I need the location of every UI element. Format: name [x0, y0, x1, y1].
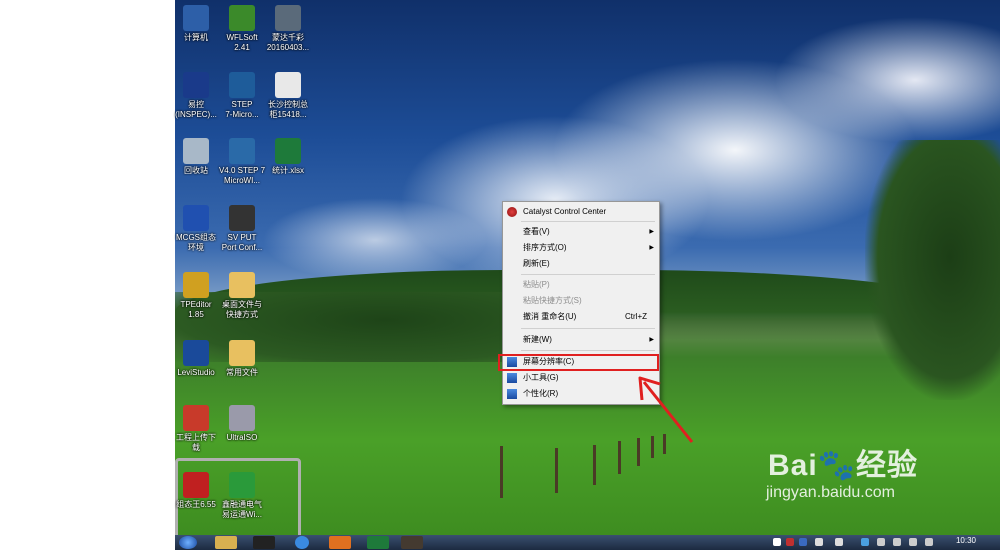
- desktop-icon[interactable]: UltraISO: [210, 405, 274, 443]
- desktop-icon[interactable]: 桌面文件与 快捷方式: [210, 272, 274, 320]
- excel-icon: [275, 138, 301, 164]
- watermark-logo: Bai🐾经验: [768, 449, 919, 482]
- menu-item-label: Catalyst Control Center: [523, 207, 607, 216]
- context-menu-item[interactable]: 查看(V) ▶: [503, 225, 659, 239]
- step7-icon: [229, 72, 255, 98]
- volume-icon[interactable]: [893, 538, 901, 546]
- upload-icon: [183, 405, 209, 431]
- desktop-icon-label: UltraISO: [226, 433, 258, 442]
- menu-item-label: 撤消 重命名(U): [523, 312, 577, 321]
- desktop-icon-label: SV PUT Port Conf...: [221, 233, 263, 252]
- start-orb-icon[interactable]: [179, 536, 197, 549]
- file-icon: [275, 72, 301, 98]
- fence-post: [593, 445, 596, 485]
- menu-separator: [521, 274, 655, 275]
- tray-icon[interactable]: [815, 538, 823, 546]
- tray-icon[interactable]: [786, 538, 794, 546]
- folder-icon: [229, 272, 255, 298]
- context-menu-item[interactable]: 刷新(E): [503, 257, 659, 271]
- tray-icon[interactable]: [877, 538, 885, 546]
- desktop-icon[interactable]: 常用文件: [210, 340, 274, 378]
- tray-icon[interactable]: [861, 538, 869, 546]
- context-menu-item[interactable]: 新建(W) ▶: [503, 333, 659, 347]
- menu-separator: [521, 221, 655, 222]
- tpeditor-icon: [183, 272, 209, 298]
- qq-icon[interactable]: [253, 536, 275, 549]
- mcgs-icon: [183, 205, 209, 231]
- taskbar: 10:30: [175, 535, 1000, 550]
- wflsoft-icon: [229, 5, 255, 31]
- context-menu-item[interactable]: 撤消 重命名(U) Ctrl+Z: [503, 310, 659, 324]
- desktop-icon-label: 蒙达千彩 20160403...: [266, 33, 310, 52]
- menu-item-label: 查看(V): [523, 227, 550, 236]
- watermark-url: jingyan.baidu.com: [766, 484, 895, 501]
- levistudio-icon: [183, 340, 209, 366]
- submenu-arrow-icon: ▶: [649, 229, 654, 235]
- computer-icon: [183, 5, 209, 31]
- desktop-icon-label: 鑫融通电气 易运通Wi...: [222, 500, 262, 519]
- menu-item-label: 刷新(E): [523, 259, 550, 268]
- submenu-arrow-icon: ▶: [649, 245, 654, 251]
- submenu-arrow-icon: ▶: [649, 337, 654, 343]
- baidu-watermark: Bai🐾经验 jingyan.baidu.com: [766, 440, 978, 502]
- context-menu-item[interactable]: 排序方式(O) ▶: [503, 241, 659, 255]
- gadgets-icon: [507, 373, 517, 383]
- tray-icon[interactable]: [773, 538, 781, 546]
- ultraiso-icon: [229, 405, 255, 431]
- menu-item-label: 新建(W): [523, 335, 552, 344]
- desktop-icon-label: 桌面文件与 快捷方式: [222, 300, 262, 319]
- network-icon[interactable]: [835, 538, 843, 546]
- fence-post: [555, 448, 558, 493]
- personalize-icon: [507, 389, 517, 399]
- desktop-icon-label: 常用文件: [226, 368, 258, 377]
- svput-icon: [229, 205, 255, 231]
- menu-item-label: 小工具(G): [523, 373, 559, 382]
- menu-item-label: 排序方式(O): [523, 243, 567, 252]
- inspec-icon: [183, 72, 209, 98]
- context-menu-item[interactable]: 粘贴(P): [503, 278, 659, 292]
- wallpaper-tree-right: [865, 140, 1000, 400]
- menu-item-shortcut: Ctrl+Z: [625, 312, 647, 321]
- explorer-icon[interactable]: [215, 536, 237, 549]
- menu-separator: [521, 328, 655, 329]
- desktop-icon[interactable]: 蒙达千彩 20160403...: [256, 5, 320, 53]
- menu-item-label: 粘贴快捷方式(S): [523, 296, 582, 305]
- tray-icon[interactable]: [799, 538, 807, 546]
- desktop-icon-label: 长沙控制总 柜15418...: [268, 100, 308, 119]
- desktop-icon[interactable]: 鑫融通电气 易运通Wi...: [210, 472, 274, 520]
- document-icon: [275, 5, 301, 31]
- desktop-icon[interactable]: SV PUT Port Conf...: [210, 205, 274, 253]
- catalyst-icon: [507, 207, 517, 217]
- context-menu-item[interactable]: Catalyst Control Center: [503, 205, 659, 219]
- menu-separator: [521, 350, 655, 351]
- tray-icon[interactable]: [909, 538, 917, 546]
- app-orange-icon[interactable]: [329, 536, 351, 549]
- xinrongtong-icon: [229, 472, 255, 498]
- kingview-icon: [183, 472, 209, 498]
- menu-item-label: 个性化(R): [523, 389, 559, 398]
- browser-icon[interactable]: [295, 536, 309, 549]
- app-dark-icon[interactable]: [401, 536, 423, 549]
- highlight-box: [498, 354, 659, 371]
- menu-item-label: 粘贴(P): [523, 280, 550, 289]
- excel-taskbar-icon[interactable]: [367, 536, 389, 549]
- red-arrow-annotation: [638, 376, 694, 443]
- step7-microwin-icon: [229, 138, 255, 164]
- desktop-icon[interactable]: 统计.xlsx: [256, 138, 320, 176]
- fence-post: [618, 441, 621, 474]
- context-menu-item[interactable]: 粘贴快捷方式(S): [503, 294, 659, 308]
- taskbar-clock[interactable]: 10:30: [956, 536, 976, 545]
- desktop-icon[interactable]: 长沙控制总 柜15418...: [256, 72, 320, 120]
- folder-icon: [229, 340, 255, 366]
- recycle-bin-icon: [183, 138, 209, 164]
- desktop-icon-label: 统计.xlsx: [272, 166, 304, 175]
- fence-post: [500, 446, 503, 498]
- tray-icon[interactable]: [925, 538, 933, 546]
